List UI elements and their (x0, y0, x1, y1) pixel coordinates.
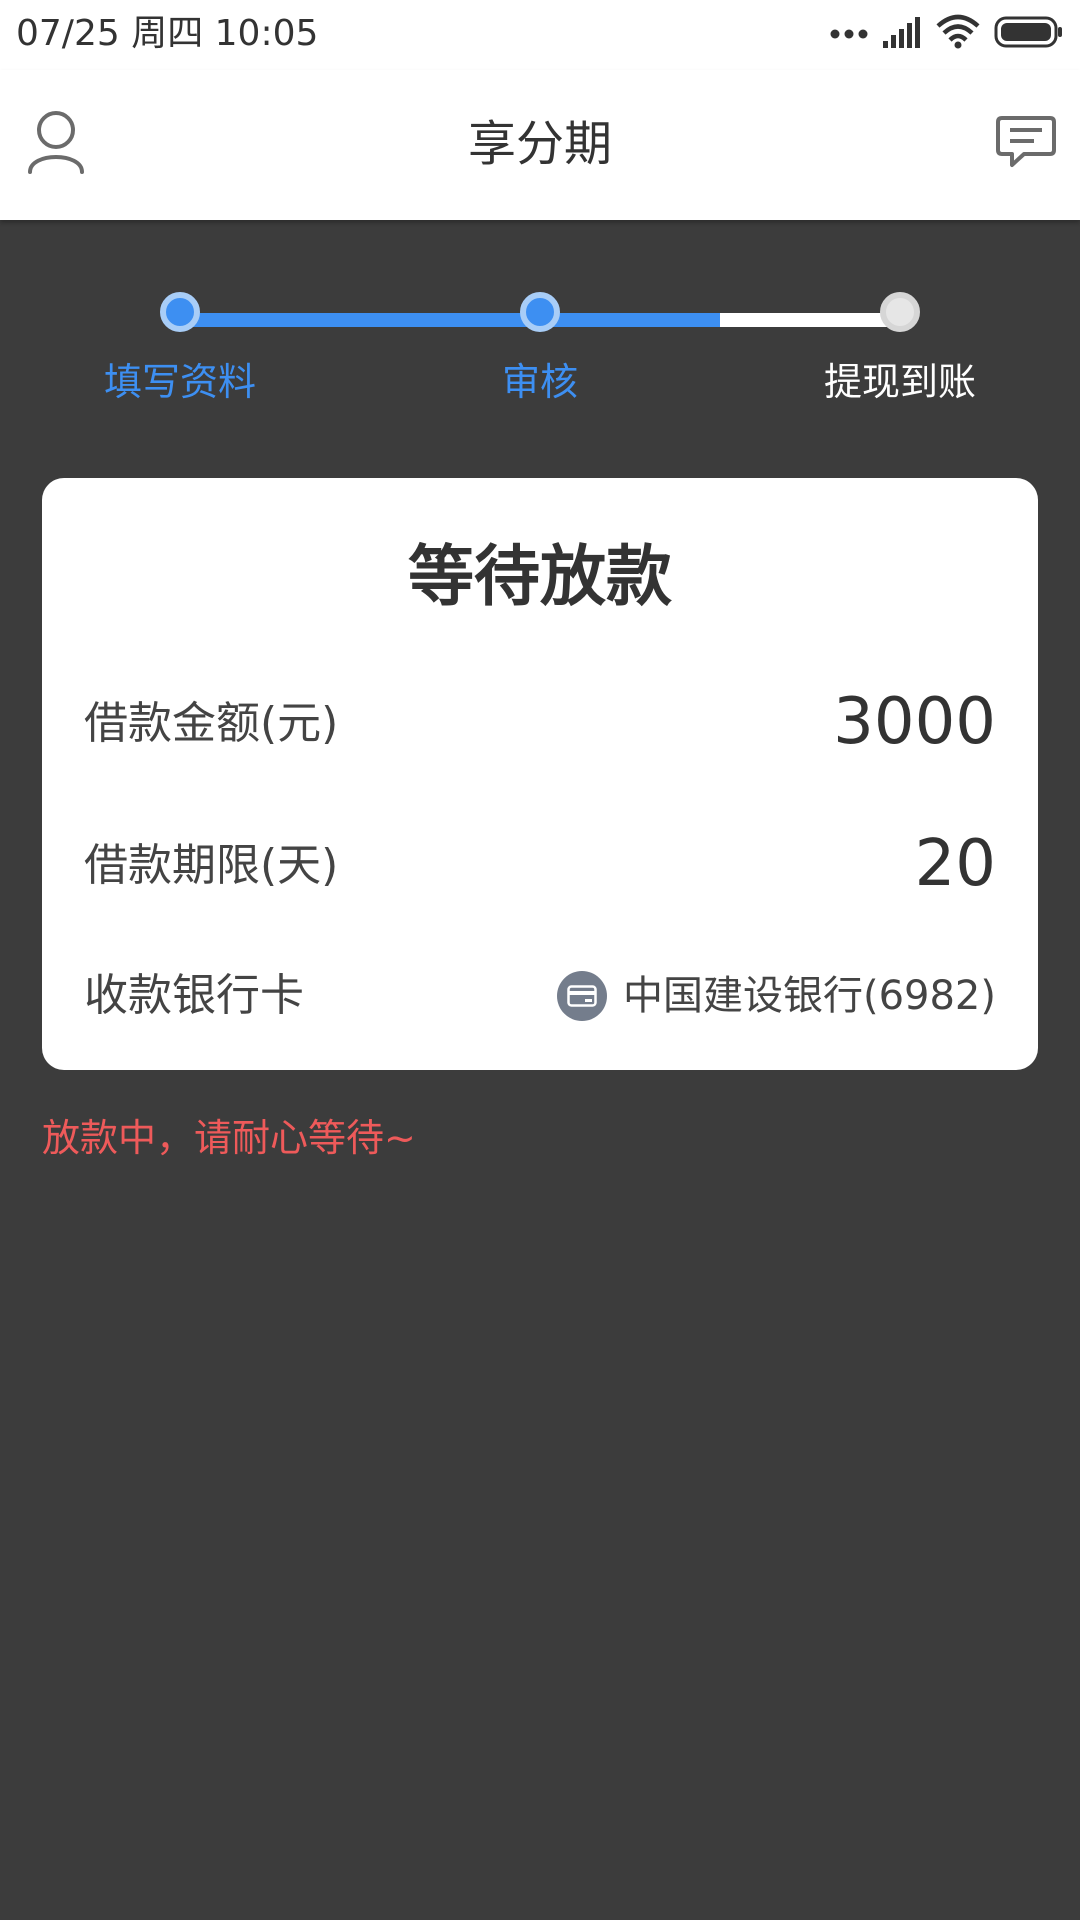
step-dot-fill-info (160, 292, 200, 332)
loan-amount-value: 3000 (833, 685, 996, 759)
bank-card-name: 中国建设银行(6982) (622, 973, 996, 1019)
signal-icon (882, 15, 922, 53)
step-label-review: 审核 (501, 360, 578, 404)
status-time: 07/25 周四 10:05 (16, 13, 319, 54)
loan-amount-label: 借款金额(元) (84, 698, 339, 749)
step-label-fill-info: 填写资料 (103, 360, 256, 404)
more-dots-icon (830, 25, 868, 44)
page-title: 享分期 (467, 116, 612, 172)
progress-track-complete (180, 313, 720, 327)
app-header: 享分期 (0, 70, 1080, 220)
wifi-icon (936, 14, 980, 54)
loan-status-card: 等待放款 借款金额(元) 3000 借款期限(天) 20 收款银行卡 中国建设银… (42, 478, 1038, 1070)
loan-term-label: 借款期限(天) (84, 840, 339, 891)
bank-card-value: 中国建设银行(6982) (556, 968, 996, 1024)
message-button[interactable] (996, 114, 1056, 170)
status-icons (830, 14, 1064, 54)
progress-track-remaining (720, 313, 900, 327)
loan-term-value: 20 (914, 827, 996, 901)
message-icon (996, 116, 1056, 174)
card-title: 等待放款 (408, 538, 672, 615)
step-label-withdraw: 提现到账 (823, 360, 976, 404)
status-notice: 放款中，请耐心等待~ (42, 1116, 416, 1160)
battery-icon (994, 16, 1064, 52)
bank-card-label: 收款银行卡 (84, 970, 304, 1021)
bank-card-icon (556, 971, 607, 1021)
step-dot-review (520, 292, 560, 332)
progress-steps: 填写资料 审核 提现到账 (0, 280, 1080, 420)
status-bar: 07/25 周四 10:05 (0, 0, 1080, 70)
step-dot-withdraw (880, 292, 920, 332)
